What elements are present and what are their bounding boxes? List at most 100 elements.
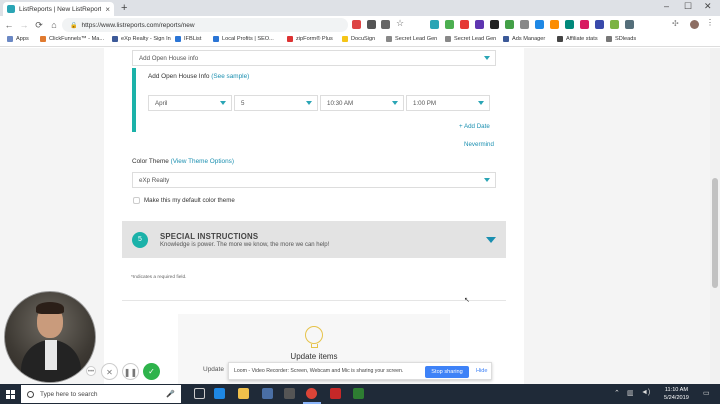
listreports-favicon-icon [7,5,15,13]
extension-icon[interactable] [550,20,559,29]
loom-icon[interactable]: ✣ [672,19,681,28]
see-sample-link[interactable]: (See sample) [211,73,249,80]
bookmark-clickfunnels[interactable]: ClickFunnels™ - Ma... [40,36,104,42]
page-viewport: Add Open House info Add Open House Info … [0,48,710,384]
microphone-icon[interactable]: 🎤 [166,390,175,398]
camera-extension-icon[interactable] [367,20,376,29]
bookmark-affiliate-stats[interactable]: Affiliate stats [557,36,598,42]
extension-icon[interactable] [535,20,544,29]
store-icon[interactable] [284,388,295,399]
extension-icon[interactable] [610,20,619,29]
bookmark-label: Secret Lead Gen [454,36,497,42]
expand-arrow-icon[interactable] [486,237,496,243]
nevermind-link[interactable]: Nevermind [464,141,494,148]
affiliate-icon [557,36,563,42]
scrollbar-thumb[interactable] [712,178,718,288]
chevron-down-icon [478,101,484,105]
chevron-down-icon [306,101,312,105]
tray-chevron-icon[interactable]: ⌃ [614,389,620,397]
file-explorer-icon[interactable] [238,388,249,399]
bookmark-secret-lead-gen-2[interactable]: Secret Lead Gen [445,36,496,42]
default-theme-label: Make this my default color theme [144,197,235,204]
special-instructions-section[interactable]: 5 SPECIAL INSTRUCTIONS Knowledge is powe… [122,221,506,258]
extension-icon[interactable] [460,20,469,29]
mail-icon[interactable] [262,388,273,399]
extension-icon[interactable] [520,20,529,29]
window-close-button[interactable]: ✕ [704,1,712,12]
bookmark-ifblist[interactable]: IFBList [175,36,201,42]
reload-icon[interactable]: ⟳ [33,20,45,31]
apps-grid-icon [7,36,13,42]
sdleads-icon [606,36,612,42]
volume-icon[interactable]: ◄) [641,389,650,396]
folder-icon [445,36,451,42]
hide-banner-link[interactable]: Hide [476,368,488,374]
folder-icon [386,36,392,42]
home-icon[interactable]: ⌂ [48,20,60,30]
step-number-badge: 5 [132,232,148,248]
extension-icon[interactable] [580,20,589,29]
recorder-finish-button[interactable]: ✓ [143,363,160,380]
recorder-more-button[interactable]: ••• [86,366,96,376]
special-instructions-title: SPECIAL INSTRUCTIONS [160,232,259,241]
bookmark-zipform[interactable]: zipForm® Plus [287,36,333,42]
color-theme-select[interactable]: eXp Realty [132,172,496,188]
open-house-select[interactable]: Add Open House info [132,50,496,66]
bookmark-ads-manager[interactable]: Ads Manager [503,36,545,42]
key-icon[interactable] [381,20,390,29]
maximize-button[interactable]: ☐ [684,1,692,12]
bookmark-sdleads[interactable]: SDleads [606,36,636,42]
new-tab-button[interactable]: + [121,2,127,14]
bookmark-apps[interactable]: Apps [7,36,29,42]
extension-icon[interactable] [475,20,484,29]
avatar[interactable] [690,20,699,29]
color-theme-value: eXp Realty [139,176,170,184]
bookmark-exp-realty[interactable]: eXp Realty - Sign In [112,36,171,42]
task-view-icon[interactable] [194,388,205,399]
month-select[interactable]: April [148,95,232,111]
bookmark-docusign[interactable]: DocuSign [342,36,375,42]
docusign-icon [342,36,348,42]
view-theme-options-link[interactable]: (View Theme Options) [171,158,234,165]
extension-icon[interactable] [595,20,604,29]
forward-icon[interactable]: → [18,20,30,30]
start-button[interactable] [0,384,20,404]
chrome-icon[interactable] [306,388,317,399]
stop-sharing-button[interactable]: Stop sharing [425,366,469,378]
recorder-cancel-button[interactable]: ✕ [101,363,118,380]
menu-icon[interactable]: ⋮ [706,18,715,27]
extension-icon[interactable] [565,20,574,29]
day-select[interactable]: 5 [234,95,318,111]
app-icon[interactable] [330,388,341,399]
extension-icon[interactable] [352,20,361,29]
end-time-select[interactable]: 1:00 PM [406,95,490,111]
ifblist-icon [175,36,181,42]
app-icon[interactable] [353,388,364,399]
webcam-bubble[interactable] [4,291,96,383]
extension-icon[interactable] [490,20,499,29]
tab-close-icon[interactable]: × [105,5,110,14]
taskbar-clock[interactable]: 11:10 AM 5/24/2019 [664,386,689,402]
taskbar-search-box[interactable]: Type here to search 🎤 [21,385,181,403]
notifications-icon[interactable]: ▭ [703,389,710,397]
start-time-select[interactable]: 10:30 AM [320,95,404,111]
add-date-link[interactable]: + Add Date [459,123,490,130]
extension-icon[interactable] [445,20,454,29]
bookmark-secret-lead-gen[interactable]: Secret Lead Gen [386,36,437,42]
minimize-button[interactable]: – [664,1,669,11]
browser-tab[interactable]: ListReports | New ListReport × [3,2,114,16]
address-bar[interactable]: 🔒 https://www.listreports.com/reports/ne… [62,18,348,32]
extension-icon[interactable] [430,20,439,29]
bookmark-local-profits[interactable]: Local Profits | SEO... [213,36,274,42]
edge-icon[interactable] [214,388,225,399]
extension-icon[interactable] [505,20,514,29]
extension-icon[interactable] [625,20,634,29]
recorder-pause-button[interactable]: ❚❚ [122,363,139,380]
page-scrollbar[interactable] [710,48,720,384]
star-icon[interactable]: ☆ [396,18,405,28]
back-icon[interactable]: ← [3,20,15,30]
end-time-value: 1:00 PM [413,99,437,107]
network-icon[interactable]: ▥ [627,389,634,397]
bookmark-label: IFBList [184,36,202,42]
default-theme-checkbox[interactable] [133,197,140,204]
